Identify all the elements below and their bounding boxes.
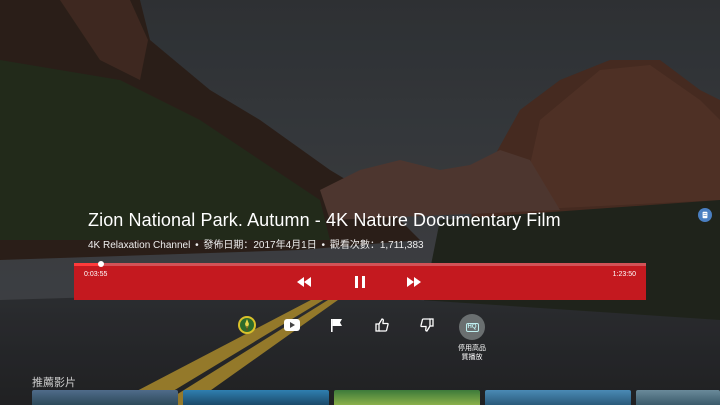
youtube-icon (284, 318, 300, 336)
current-time: 0:03:55 (84, 271, 108, 278)
progress-fill (74, 263, 101, 266)
meta-separator: • (321, 240, 326, 251)
video-title: Zion National Park. Autumn - 4K Nature D… (88, 210, 561, 230)
hq-toggle-label: 停用高品 質播放 (452, 344, 492, 362)
report-button[interactable] (326, 316, 348, 338)
recommended-thumbnail[interactable] (183, 390, 329, 405)
recommended-thumbnail[interactable] (32, 390, 178, 405)
thumbs-up-icon (375, 317, 389, 337)
channel-name: 4K Relaxation Channel (88, 240, 191, 251)
recommended-thumbnail[interactable] (334, 390, 480, 405)
view-count: 觀看次數：1,711,383 (329, 240, 424, 251)
hq-toggle-button[interactable]: HQ (459, 314, 485, 340)
fast-forward-button[interactable] (406, 275, 422, 289)
pause-icon (355, 276, 365, 288)
youtube-button[interactable] (281, 316, 303, 338)
fast-forward-icon (407, 277, 421, 287)
channel-avatar-button[interactable] (236, 315, 258, 339)
dislike-button[interactable] (416, 316, 438, 338)
action-row: HQ (0, 314, 720, 366)
recommended-heading: 推薦影片 (32, 377, 76, 389)
rewind-icon (297, 277, 311, 287)
rewind-button[interactable] (296, 275, 312, 289)
progress-bar[interactable] (74, 261, 646, 267)
flag-icon (330, 318, 344, 337)
meta-separator: • (195, 240, 199, 251)
hq-label-line1: 停用高品 (458, 345, 486, 352)
publish-date: 發佈日期：2017年4月1日 (203, 240, 317, 251)
recommended-thumbnail[interactable] (485, 390, 631, 405)
total-time: 1:23:50 (612, 271, 636, 278)
progress-thumb[interactable] (97, 261, 104, 267)
thumbs-down-icon (420, 317, 434, 337)
channel-avatar-icon (238, 315, 256, 339)
hq-badge: HQ (465, 322, 479, 332)
pause-button[interactable] (352, 275, 368, 289)
like-button[interactable] (371, 316, 393, 338)
hq-label-line2: 質播放 (461, 354, 483, 361)
side-notification-icon[interactable] (698, 208, 712, 222)
player-control-bar: 0:03:55 1:23:50 (74, 261, 646, 300)
recommended-thumbnail[interactable] (636, 390, 720, 405)
video-meta: 4K Relaxation Channel • 發佈日期：2017年4月1日 •… (88, 236, 424, 251)
hq-icon: HQ (459, 314, 485, 340)
